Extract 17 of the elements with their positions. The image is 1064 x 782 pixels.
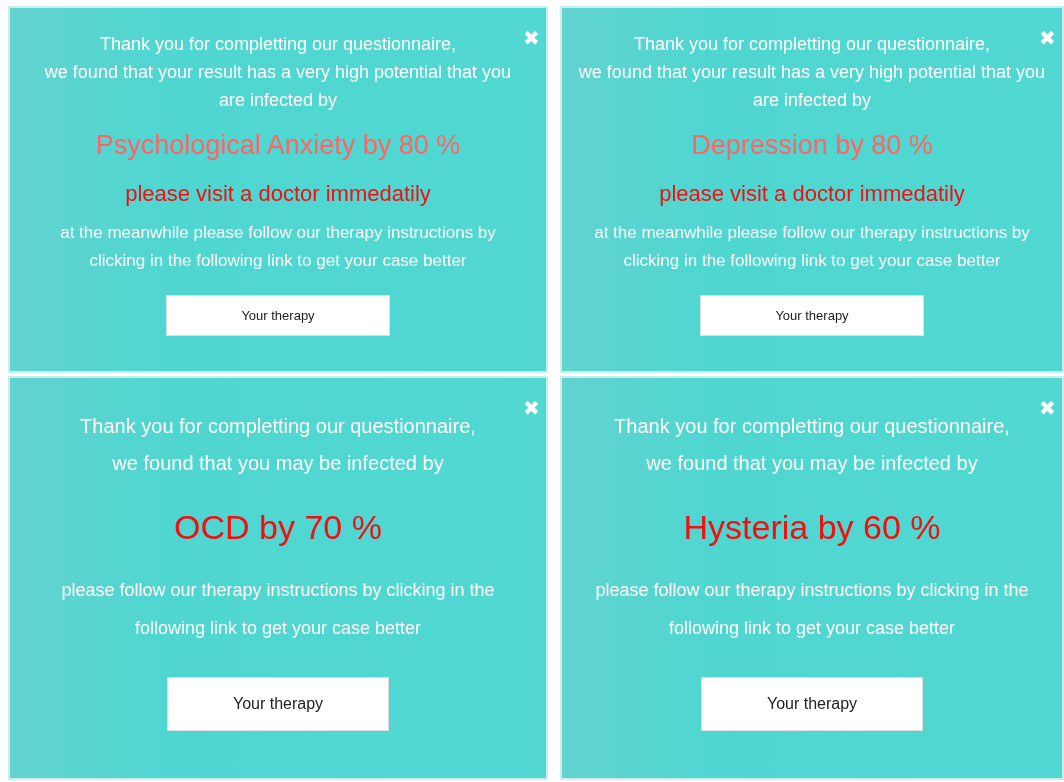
instructions-text: please follow our therapy instructions by clicking in the following link to get your case better [595,579,1029,640]
therapy-button[interactable]: Your therapy [166,295,390,336]
therapy-button[interactable]: Your therapy [700,295,924,336]
instructions-text: please follow our therapy instructions by clicking in the following link to get your case better [61,579,495,640]
diagnosis-result: OCD by 70 % [174,508,382,547]
message-text: Thank you for completting our questionnaire, we found that you may be infected by [80,414,476,476]
instructions-text: at the meanwhile please follow our therapy instructions by clicking in the following link to get your case better [594,222,1030,272]
diagnosis-result: Hysteria by 60 % [683,508,941,547]
diagnosis-result: Depression by 80 % [691,130,933,161]
warning-text: please visit a doctor immedatily [125,181,431,207]
instructions-text: at the meanwhile please follow our therapy instructions by clicking in the following link to get your case better [60,222,496,272]
diagnosis-result: Psychological Anxiety by 80 % [95,130,461,161]
warning-text: please visit a doctor immedatily [659,181,965,207]
therapy-button[interactable]: Your therapy [167,677,389,731]
therapy-button[interactable]: Your therapy [701,677,923,731]
message-text: Thank you for completting our questionnaire, we found that your result has a very high potential that you are infected by [44,33,512,112]
message-text: Thank you for completting our questionnaire, we found that you may be infected by [614,414,1010,476]
